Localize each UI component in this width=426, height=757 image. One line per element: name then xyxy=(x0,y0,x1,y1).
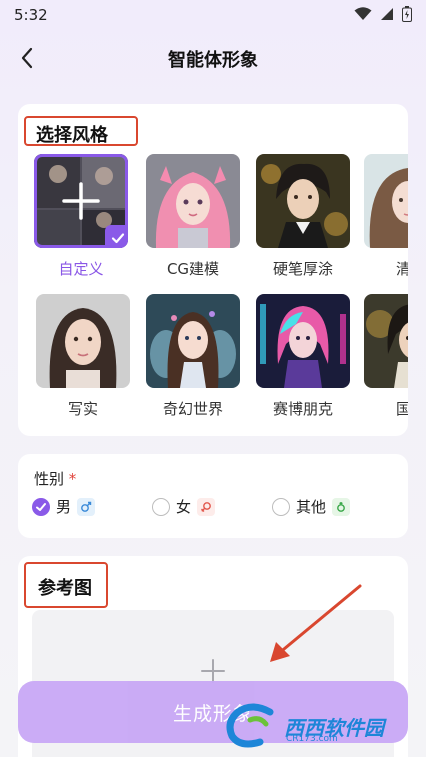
gender-option-label: 男 xyxy=(56,498,72,516)
style-label: CG建模 xyxy=(166,260,220,278)
style-item-fresh[interactable]: 清新 xyxy=(364,154,408,279)
check-icon xyxy=(111,233,125,244)
gender-option-female[interactable]: 女 xyxy=(152,496,216,517)
style-thumb-fresh xyxy=(364,154,408,248)
gender-card: 性别 * 男 女 其他 xyxy=(18,454,408,538)
male-icon xyxy=(77,497,96,516)
watermark-subtext: CR173.com xyxy=(286,734,338,744)
status-icons xyxy=(354,6,412,22)
style-label: 国风 xyxy=(395,400,408,418)
style-label: 清新 xyxy=(395,260,408,278)
gender-option-label: 女 xyxy=(176,498,192,516)
style-thumb-custom xyxy=(34,154,128,248)
radio-button[interactable] xyxy=(152,497,170,516)
style-thumb-guofeng xyxy=(364,294,408,388)
style-item-guofeng[interactable]: 国风 xyxy=(364,294,408,419)
style-card: 选择风格 自定义 CG建模 硬笔厚涂 清 写实 奇幻世界 赛博朋克 国 xyxy=(18,104,408,436)
style-label: 硬笔厚涂 xyxy=(272,260,333,278)
nav-bar: 智能体形象 xyxy=(0,36,426,80)
gender-option-male[interactable]: 男 xyxy=(32,496,96,517)
gender-option-other[interactable]: 其他 xyxy=(272,496,351,517)
annotation-arrow-icon xyxy=(270,584,362,662)
gender-label-text: 性别 xyxy=(34,470,65,488)
style-label: 自定义 xyxy=(58,260,104,278)
gender-label: 性别 * xyxy=(34,468,76,489)
status-time: 5:32 xyxy=(14,6,48,24)
style-thumb-thick-paint xyxy=(256,154,350,248)
radio-button-selected[interactable] xyxy=(32,497,50,516)
required-mark: * xyxy=(68,470,77,488)
page-title: 智能体形象 xyxy=(168,50,258,71)
gender-option-label: 其他 xyxy=(296,498,327,516)
style-item-custom[interactable]: 自定义 xyxy=(34,154,128,279)
style-label: 奇幻世界 xyxy=(162,400,223,418)
style-thumb-realistic xyxy=(36,294,130,388)
watermark-logo-icon xyxy=(226,703,274,748)
style-section-title: 选择风格 xyxy=(36,125,108,146)
style-item-cg[interactable]: CG建模 xyxy=(146,154,240,279)
signal-icon xyxy=(381,8,393,20)
check-badge xyxy=(105,225,128,248)
style-label: 写实 xyxy=(67,400,98,418)
radio-button[interactable] xyxy=(272,497,290,516)
style-thumb-cyberpunk xyxy=(256,294,350,388)
reference-section-title: 参考图 xyxy=(38,578,92,599)
battery-icon xyxy=(402,6,412,22)
style-label: 赛博朋克 xyxy=(272,400,333,418)
watermark-logo: 西西软件园 CR173.com xyxy=(222,702,422,750)
style-item-fantasy[interactable]: 奇幻世界 xyxy=(146,294,240,419)
style-thumb-fantasy xyxy=(146,294,240,388)
check-icon xyxy=(36,502,46,511)
wifi-icon xyxy=(354,7,372,20)
female-icon xyxy=(197,497,216,516)
style-item-thick-paint[interactable]: 硬笔厚涂 xyxy=(256,154,350,279)
style-item-cyberpunk[interactable]: 赛博朋克 xyxy=(256,294,350,419)
other-gender-icon xyxy=(332,497,351,516)
style-thumb-cg xyxy=(146,154,240,248)
style-item-realistic[interactable]: 写实 xyxy=(36,294,130,419)
status-bar: 5:32 xyxy=(0,0,426,32)
